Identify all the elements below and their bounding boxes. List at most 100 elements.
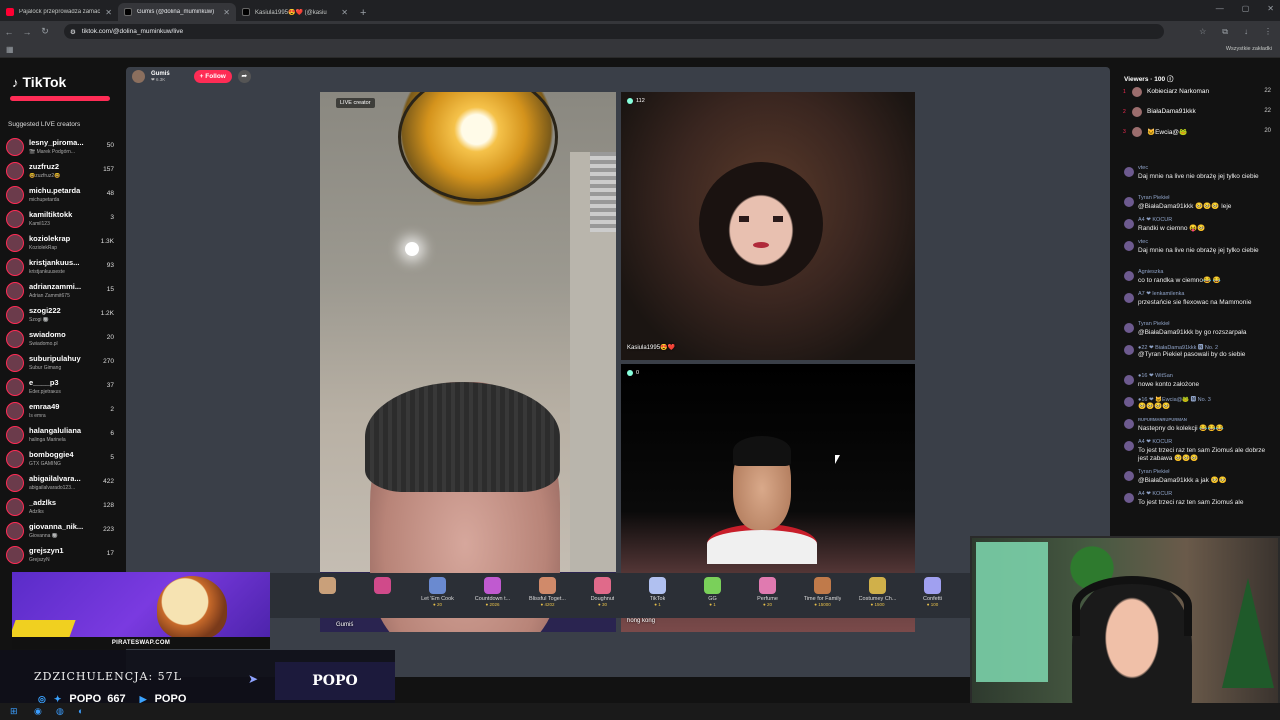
close-tab-icon[interactable]: ✕ [341, 8, 348, 17]
gift-item[interactable]: Costumey Ch... ● 1500 [850, 573, 905, 618]
gift-icon [539, 577, 556, 594]
christmas-tree [1222, 578, 1274, 688]
top-viewer-row[interactable]: 2 BiałaDama91kkk 22 [1123, 104, 1275, 122]
creator-name: adrianzammi... [29, 282, 82, 291]
host-avatar[interactable] [132, 70, 145, 83]
chat-username: A4 ❤ KOCUR [1138, 439, 1173, 445]
creator-item[interactable]: lesny_piroma... 🎬 Marek Podgórn... 50 [6, 136, 116, 158]
headset [1072, 576, 1192, 636]
creator-item[interactable]: adrianzammi... Adrian Zammit675 15 [6, 280, 116, 302]
creator-item[interactable]: grejszyn1 GrejszyN 17 [6, 544, 116, 566]
apps-grid-icon[interactable]: ▦ [6, 45, 14, 54]
creator-item[interactable]: suburipulahuy Subur Gimang 270 [6, 352, 116, 374]
creator-name: bomboggie4 [29, 450, 74, 459]
gift-item[interactable]: Perfume ● 20 [740, 573, 795, 618]
creator-item[interactable]: e____p3 Eder.pjetraᴋᴜs 37 [6, 376, 116, 398]
share-icon[interactable]: ➦ [237, 70, 251, 83]
top-viewer-row[interactable]: 1 Kobieciarz Narkoman 22 [1123, 84, 1275, 102]
creator-avatar [6, 282, 24, 300]
window-controls: — ▢ ✕ [1216, 4, 1274, 13]
creator-item[interactable]: abigailalvara... abigailalvarado123... 422 [6, 472, 116, 494]
creator-avatar [6, 162, 24, 180]
gift-item[interactable]: Confetti ● 100 [905, 573, 960, 618]
guest-video-panel-1[interactable]: 112 Kasiula1995😍❤️ [621, 92, 915, 360]
chat-text: To jest trzeci raz ten sam Ziomuś ale do… [1138, 447, 1266, 462]
creator-avatar [6, 306, 24, 324]
bookmark-star-icon[interactable]: ☆ [1199, 27, 1206, 37]
creator-item[interactable]: giovanna_nik... Giovanna 🔘 223 [6, 520, 116, 542]
chat-text: @Tyran Piekieł pasowali by do siebie [1138, 351, 1246, 358]
gift-item[interactable] [355, 573, 410, 618]
back-icon[interactable]: ← [0, 27, 18, 37]
creator-item[interactable]: swiadomo Swiadomo.pl 20 [6, 328, 116, 350]
forward-icon[interactable]: → [18, 27, 36, 37]
creator-name: _adzlks [29, 498, 57, 507]
creator-subtitle: GTX GAMING [29, 461, 61, 467]
creator-item[interactable]: halangaluliana halinga Marinela 6 [6, 424, 116, 446]
viewers-header[interactable]: Viewers · 100 ⓘ [1124, 73, 1173, 83]
close-window-icon[interactable]: ✕ [1267, 4, 1274, 13]
creator-item[interactable]: szogi222 Szogi 🔘 1.2K [6, 304, 116, 326]
creator-item[interactable]: koziolekrap KoziolekRap 1.3K [6, 232, 116, 254]
menu-icon[interactable]: ⋮ [1264, 27, 1272, 37]
taskbar-app-icon[interactable]: ◉ [34, 706, 42, 717]
viewer-avatar [1132, 107, 1142, 117]
creator-item[interactable]: kristjankuus... kristjankuuseste 93 [6, 256, 116, 278]
top-viewer-row[interactable]: 3 🐱Ewcia@🐸 20 [1123, 124, 1275, 142]
site-info-icon[interactable]: ⚙ [70, 28, 76, 36]
gift-item[interactable]: Let 'Em Cook ● 20 [410, 573, 465, 618]
main-video-panel[interactable]: LIVE creator Gumiś [320, 92, 616, 632]
viewer-score: 20 [1264, 128, 1271, 134]
taskbar-app-icon[interactable]: ◐ [78, 706, 83, 716]
new-tab-button[interactable]: + [360, 7, 366, 19]
gift-item[interactable]: TikTok ● 1 [630, 573, 685, 618]
chat-avatar [1124, 219, 1134, 229]
gift-price: ● 1500 [870, 602, 885, 607]
extensions-icon[interactable]: ⧉ [1222, 27, 1228, 37]
gift-item[interactable]: Blissful Toget... ● 4202 [520, 573, 575, 618]
login-button[interactable] [10, 96, 110, 101]
creator-name: swiadomo [29, 330, 66, 339]
gift-icon [594, 577, 611, 594]
chat-text: To jest trzeci raz ten sam Ziomuś ale [1138, 499, 1244, 506]
gift-icon [649, 577, 666, 594]
follow-button[interactable]: + Follow [193, 70, 232, 83]
all-bookmarks-button[interactable]: Wszystkie zakładki [1226, 46, 1272, 52]
download-icon[interactable]: ↓ [1244, 27, 1248, 37]
gift-item[interactable]: GG ● 1 [685, 573, 740, 618]
minimize-icon[interactable]: — [1216, 4, 1224, 13]
chat-avatar [1124, 271, 1134, 281]
tiktok-logo[interactable]: ♪ TikTok [12, 74, 66, 90]
creator-subtitle: abigailalvarado123... [29, 485, 76, 491]
creator-item[interactable]: kamiltiktokk Kamil123 3 [6, 208, 116, 230]
gift-item[interactable]: Countdown t... ● 2026 [465, 573, 520, 618]
creator-item[interactable]: emraa49 Is emra 2 [6, 400, 116, 422]
windows-start-icon[interactable]: ⊞ [10, 706, 18, 717]
browser-tab-bar: Pajalock przeprowadza zamach ✕ Gumiś (@d… [0, 0, 1280, 21]
creator-avatar [6, 234, 24, 252]
chrome-taskbar-icon[interactable]: ◍ [56, 706, 64, 717]
gift-item[interactable]: Doughnut ● 30 [575, 573, 630, 618]
creator-subtitle: kristjankuuseste [29, 269, 65, 275]
creator-item[interactable]: zuzfruz2 🤓zuzfruz2🤓 157 [6, 160, 116, 182]
viewer-rank: 1 [1123, 89, 1126, 95]
creator-name: michu.petarda [29, 186, 81, 195]
url-field[interactable]: ⚙ tiktok.com/@dolina_muminkuw/live [64, 24, 1164, 39]
creator-item[interactable]: michu.petarda michupetarda 48 [6, 184, 116, 206]
maximize-icon[interactable]: ▢ [1242, 4, 1250, 13]
chat-avatar [1124, 197, 1134, 207]
browser-tab-1[interactable]: Pajalock przeprowadza zamach ✕ [0, 3, 118, 21]
viewer-avatar [1132, 87, 1142, 97]
host-name[interactable]: Gumiś [151, 71, 170, 77]
reload-icon[interactable]: ↻ [36, 26, 54, 37]
browser-tab-3[interactable]: Kasiula1995😍❤️ (@kasiu ✕ [236, 3, 354, 21]
close-tab-icon[interactable]: ✕ [223, 8, 230, 17]
creator-item[interactable]: bomboggie4 GTX GAMING 5 [6, 448, 116, 470]
gift-item[interactable] [300, 573, 355, 618]
chat-avatar [1124, 293, 1134, 303]
viewer-avatar [1132, 127, 1142, 137]
browser-tab-2[interactable]: Gumiś (@dolina_muminkuw) ✕ [118, 3, 236, 21]
gift-item[interactable]: Time for Family ● 15000 [795, 573, 850, 618]
creator-item[interactable]: _adzlks Adzlks 128 [6, 496, 116, 518]
close-tab-icon[interactable]: ✕ [105, 8, 112, 17]
